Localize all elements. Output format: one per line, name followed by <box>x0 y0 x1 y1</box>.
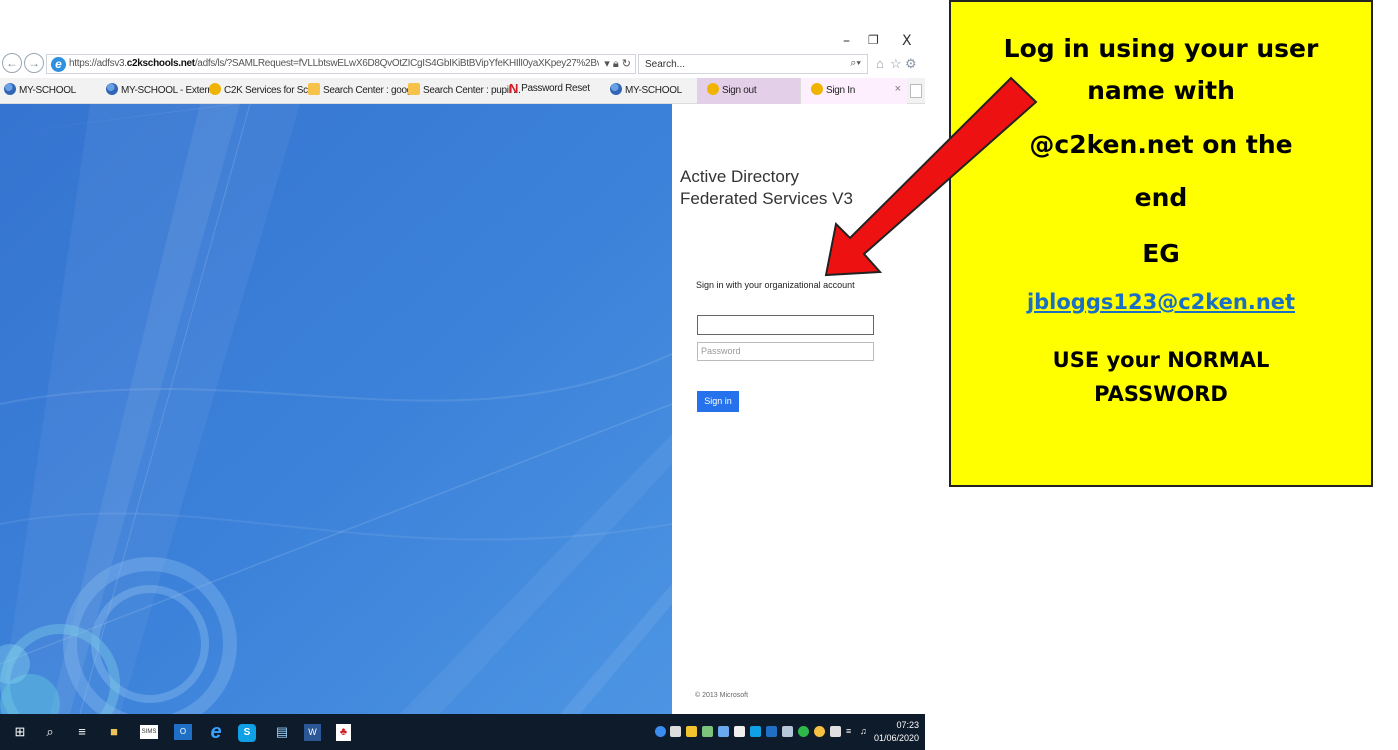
keyboard-icon[interactable] <box>830 726 841 737</box>
example-email-link[interactable]: jbloggs123@c2ken.net <box>951 290 1371 314</box>
n-icon: N <box>509 81 519 96</box>
address-bar[interactable]: e https://adfsv3.c2kschools.net/adfs/ls/… <box>46 54 636 74</box>
callout-example-label: EG <box>1142 239 1180 268</box>
background-art <box>0 104 672 714</box>
callout-line: end <box>1134 183 1188 212</box>
favorite-c2k-services[interactable]: C2K Services for Sch... <box>209 83 321 96</box>
close-window-button[interactable]: X <box>902 33 912 49</box>
restore-button[interactable]: ❐ <box>868 33 879 47</box>
ie-icon: e <box>51 57 66 72</box>
callout-line: @c2ken.net on the <box>1029 130 1293 159</box>
forward-icon[interactable]: → <box>24 53 44 73</box>
person-icon <box>4 83 16 95</box>
tab-close-icon[interactable]: × <box>895 83 901 95</box>
shield-tray-icon[interactable] <box>686 726 697 737</box>
acrobat-icon[interactable]: ♣ <box>336 724 351 741</box>
copyright: © 2013 Microsoft <box>695 692 749 699</box>
skype-tray-icon[interactable] <box>750 726 761 737</box>
sims-icon[interactable]: SIMS <box>140 725 158 739</box>
search-center-icon <box>408 83 420 95</box>
ie-icon <box>811 83 823 95</box>
callout-line: Log in using your user <box>1003 34 1319 63</box>
clock-date: 01/06/2020 <box>873 733 919 743</box>
favorites-tab-bar: Sign out Sign In × MY-SCHOOL MY-SCHOOL -… <box>0 78 925 104</box>
star-icon[interactable]: ☆ <box>890 56 902 72</box>
gear-icon[interactable]: ⚙ <box>905 56 917 72</box>
address-row: ← → e https://adfsv3.c2kschools.net/adfs… <box>0 52 925 76</box>
favorite-my-school-2[interactable]: MY-SCHOOL <box>610 83 682 96</box>
tab-sign-in[interactable]: Sign In × <box>800 78 907 104</box>
task-view-icon[interactable]: ≡ <box>72 722 92 742</box>
url-text: https://adfsv3.c2kschools.net/adfs/ls/?S… <box>69 58 599 69</box>
tray-icon[interactable] <box>702 726 713 737</box>
tray-icon[interactable] <box>734 726 745 737</box>
clock-time: 07:23 <box>896 720 919 730</box>
callout-line: name with <box>1087 76 1235 105</box>
search-input[interactable]: Search... ⌕▾ <box>638 54 868 74</box>
outlook-icon[interactable]: O <box>174 724 192 740</box>
search-placeholder: Search... <box>645 59 686 70</box>
tab-label: Sign In <box>826 85 856 96</box>
page-title: Active Directory Federated Services V3 <box>680 167 853 208</box>
signin-heading: Sign in with your organizational account <box>696 280 855 290</box>
new-tab-button[interactable] <box>910 84 922 98</box>
person-icon <box>610 83 622 95</box>
file-explorer-icon[interactable]: ■ <box>104 722 124 742</box>
info-tray-icon[interactable] <box>655 726 666 737</box>
word-icon[interactable]: W <box>304 724 321 741</box>
ie-icon <box>209 83 221 95</box>
url-tools[interactable]: ▾ 🔒︎ ↻ <box>604 57 631 71</box>
skype-icon[interactable]: S <box>238 724 256 742</box>
minimize-button[interactable]: – <box>843 33 850 49</box>
windows-start-icon[interactable]: ⊞ <box>10 722 30 742</box>
search-icon[interactable]: ⌕▾ <box>850 57 861 70</box>
search-center-icon <box>308 83 320 95</box>
callout-line: USE your NORMAL <box>1052 348 1270 372</box>
internet-explorer-icon[interactable]: e <box>206 722 226 742</box>
favorite-search-center-google[interactable]: Search Center : goog... <box>308 83 420 96</box>
ie-icon <box>707 83 719 95</box>
search-icon[interactable]: ⌕ <box>40 722 60 742</box>
adfs-illustration <box>0 104 672 714</box>
network-icon[interactable]: ≡ <box>846 726 857 737</box>
outlook-tray-icon[interactable] <box>766 726 777 737</box>
callout-line: PASSWORD <box>1094 382 1228 406</box>
instruction-callout: Log in using your user name with @c2ken.… <box>949 0 1373 487</box>
favorite-password-reset[interactable]: N Password Reset <box>509 81 590 96</box>
tray-icon[interactable] <box>782 726 793 737</box>
browser-window: – ❐ X ← → e https://adfsv3.c2kschools.ne… <box>0 0 925 750</box>
tab-label: Sign out <box>722 85 757 96</box>
favorite-search-center-pupil[interactable]: Search Center : pupil ... <box>408 83 521 96</box>
favorite-my-school-external[interactable]: MY-SCHOOL - Extern... <box>106 83 220 96</box>
taskbar: ⊞ ⌕ ≡ ■ SIMS O e S ▤ W ♣ ≡ ♫ 07:23 01/06… <box>0 714 925 750</box>
volume-icon[interactable]: ♫ <box>860 726 871 737</box>
folder-app-icon[interactable]: ▤ <box>272 722 292 742</box>
favorite-my-school[interactable]: MY-SCHOOL <box>4 83 76 96</box>
username-field[interactable] <box>697 315 874 335</box>
home-icon[interactable]: ⌂ <box>876 56 884 71</box>
back-icon[interactable]: ← <box>2 53 22 73</box>
tab-sign-out[interactable]: Sign out <box>697 78 800 104</box>
sign-in-button[interactable]: Sign in <box>697 391 739 412</box>
tray-icon[interactable] <box>670 726 681 737</box>
password-field[interactable]: Password <box>697 342 874 361</box>
tray-icon[interactable] <box>814 726 825 737</box>
page-content: Active Directory Federated Services V3 S… <box>0 104 925 714</box>
tray-icon[interactable] <box>798 726 809 737</box>
taskbar-clock[interactable]: 07:23 01/06/2020 <box>874 719 919 745</box>
tray-icon[interactable] <box>718 726 729 737</box>
person-icon <box>106 83 118 95</box>
